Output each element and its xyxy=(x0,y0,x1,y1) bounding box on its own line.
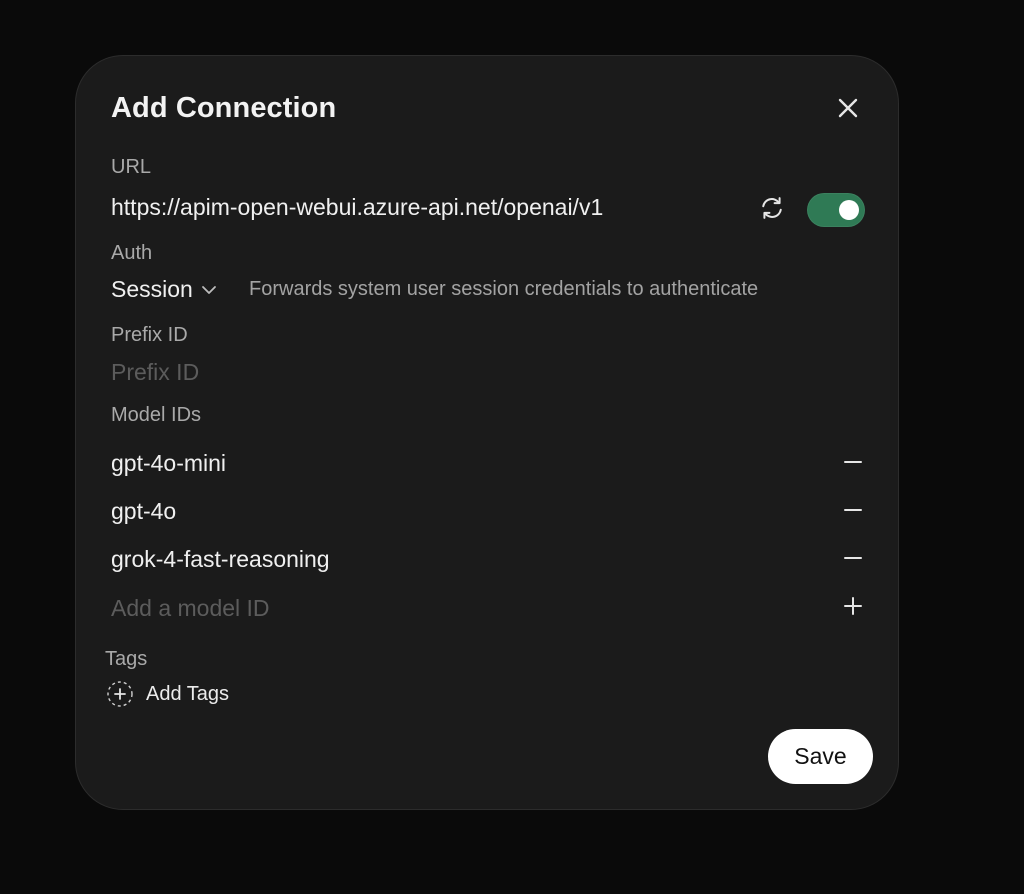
toggle-knob xyxy=(839,200,859,220)
model-ids-label: Model IDs xyxy=(111,404,202,426)
close-button[interactable] xyxy=(834,94,862,122)
remove-model-button[interactable] xyxy=(839,496,867,524)
remove-model-button[interactable] xyxy=(839,544,867,572)
tags-label: Tags xyxy=(105,648,148,670)
model-row: grok-4-fast-reasoning xyxy=(111,544,867,578)
model-row: gpt-4o-mini xyxy=(111,448,867,482)
prefix-id-label: Prefix ID xyxy=(111,324,188,346)
chevron-down-icon xyxy=(201,285,216,294)
minus-icon xyxy=(844,509,862,511)
model-id: grok-4-fast-reasoning xyxy=(111,546,330,572)
remove-model-button[interactable] xyxy=(839,448,867,476)
auth-select[interactable]: Session xyxy=(111,276,219,303)
add-tags-label: Add Tags xyxy=(146,682,230,705)
url-label: URL xyxy=(111,156,152,178)
verify-connection-button[interactable] xyxy=(758,194,786,222)
add-tags-button[interactable]: Add Tags xyxy=(106,680,229,708)
refresh-icon xyxy=(762,197,782,219)
url-input[interactable]: https://apim-open-webui.azure-api.net/op… xyxy=(111,194,603,221)
close-icon xyxy=(838,98,858,118)
model-row: gpt-4o xyxy=(111,496,867,530)
model-id: gpt-4o-mini xyxy=(111,450,227,476)
auth-description: Forwards system user session credentials… xyxy=(249,278,759,300)
plus-circle-dashed-icon xyxy=(107,681,133,707)
add-model-input[interactable] xyxy=(111,592,811,624)
add-model-row xyxy=(111,592,867,626)
dialog-title: Add Connection xyxy=(111,92,337,124)
add-model-button[interactable] xyxy=(839,592,867,620)
auth-label: Auth xyxy=(111,242,153,264)
prefix-id-input[interactable] xyxy=(111,356,851,388)
save-button[interactable]: Save xyxy=(768,729,873,784)
connection-enabled-toggle[interactable] xyxy=(807,193,865,227)
model-id: gpt-4o xyxy=(111,498,177,524)
plus-icon xyxy=(844,597,862,615)
minus-icon xyxy=(844,461,862,463)
auth-selected-value: Session xyxy=(111,276,193,302)
add-connection-dialog: Add Connection URL https://apim-open-web… xyxy=(75,55,899,810)
minus-icon xyxy=(844,557,862,559)
